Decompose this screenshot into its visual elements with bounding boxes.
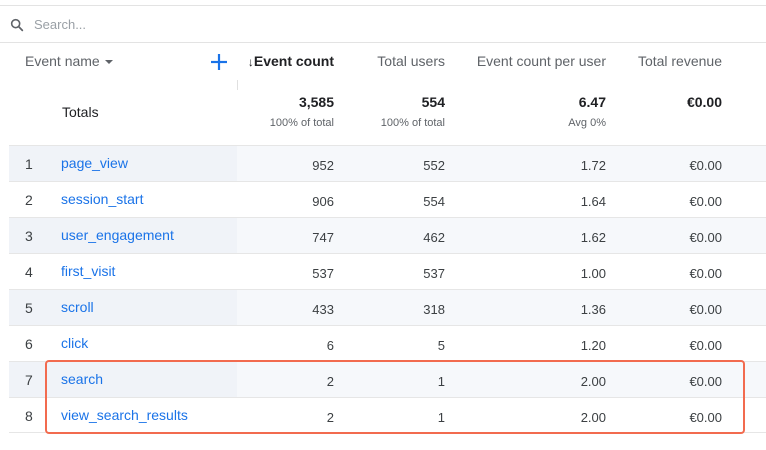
row-index: 2 bbox=[25, 192, 33, 208]
table-row: 7 search 2 1 2.00 €0.00 bbox=[9, 361, 766, 397]
row-event-count-per-user: 1.64 bbox=[580, 194, 606, 209]
table-row: 8 view_search_results 2 1 2.00 €0.00 bbox=[9, 397, 766, 433]
event-count-per-user-column-header[interactable]: Event count per user bbox=[455, 53, 606, 69]
row-total-revenue: €0.00 bbox=[689, 266, 722, 281]
search-bar bbox=[0, 5, 766, 43]
row-event-count: 6 bbox=[326, 338, 334, 353]
row-event-count-per-user: 2.00 bbox=[580, 374, 606, 389]
row-total-revenue: €0.00 bbox=[689, 338, 722, 353]
row-index: 6 bbox=[25, 336, 33, 352]
table-row: 4 first_visit 537 537 1.00 €0.00 bbox=[9, 253, 766, 289]
row-index: 3 bbox=[25, 228, 33, 244]
row-event-count: 537 bbox=[312, 266, 334, 281]
event-count-header-label: Event count bbox=[253, 53, 334, 69]
row-event-count: 433 bbox=[312, 302, 334, 317]
row-index: 5 bbox=[25, 300, 33, 316]
row-event-count: 952 bbox=[312, 158, 334, 173]
row-total-revenue: €0.00 bbox=[689, 374, 722, 389]
row-event-count: 2 bbox=[326, 374, 334, 389]
row-event-count: 906 bbox=[312, 194, 334, 209]
table-row: 6 click 6 5 1.20 €0.00 bbox=[9, 325, 766, 361]
row-total-revenue: €0.00 bbox=[689, 194, 722, 209]
row-total-revenue: €0.00 bbox=[689, 302, 722, 317]
row-event-count-per-user: 1.20 bbox=[580, 338, 606, 353]
totals-event-count-per-user: 6.47 bbox=[578, 94, 606, 110]
event-name-link[interactable]: click bbox=[61, 335, 88, 351]
totals-event-count-per-user-sub: Avg 0% bbox=[568, 117, 606, 129]
row-event-count-per-user: 1.62 bbox=[580, 230, 606, 245]
event-name-link[interactable]: scroll bbox=[61, 299, 94, 315]
search-input[interactable] bbox=[34, 14, 534, 34]
row-total-revenue: €0.00 bbox=[689, 410, 722, 425]
totals-event-count-sub: 100% of total bbox=[269, 117, 334, 129]
row-index: 7 bbox=[25, 372, 33, 388]
row-event-count: 2 bbox=[326, 410, 334, 425]
row-event-count-per-user: 2.00 bbox=[580, 410, 606, 425]
table-row: 1 page_view 952 552 1.72 €0.00 bbox=[9, 145, 766, 181]
totals-event-count: 3,585 bbox=[298, 94, 334, 110]
table-row: 3 user_engagement 747 462 1.62 €0.00 bbox=[9, 217, 766, 253]
search-icon bbox=[10, 18, 24, 32]
row-event-count: 747 bbox=[312, 230, 334, 245]
event-name-link[interactable]: page_view bbox=[61, 155, 128, 171]
row-index: 4 bbox=[25, 264, 33, 280]
dimension-column-header[interactable]: Event name bbox=[25, 53, 113, 69]
totals-total-users-sub: 100% of total bbox=[380, 117, 445, 129]
row-total-users: 318 bbox=[423, 302, 445, 317]
event-name-link[interactable]: first_visit bbox=[61, 263, 115, 279]
row-total-users: 1 bbox=[437, 410, 445, 425]
totals-total-revenue: €0.00 bbox=[686, 94, 722, 110]
totals-total-users: 554 bbox=[421, 94, 445, 110]
row-total-users: 5 bbox=[437, 338, 445, 353]
row-total-users: 537 bbox=[423, 266, 445, 281]
column-divider bbox=[237, 80, 238, 90]
dimension-header-label: Event name bbox=[25, 53, 100, 69]
caret-down-icon bbox=[104, 60, 113, 64]
event-name-link[interactable]: user_engagement bbox=[61, 227, 174, 243]
add-dimension-button[interactable] bbox=[207, 50, 231, 74]
event-name-link[interactable]: view_search_results bbox=[61, 407, 188, 423]
total-users-column-header[interactable]: Total users bbox=[345, 53, 445, 69]
row-index: 8 bbox=[25, 408, 33, 424]
row-event-count-per-user: 1.00 bbox=[580, 266, 606, 281]
row-index: 1 bbox=[25, 156, 33, 172]
table-row: 5 scroll 433 318 1.36 €0.00 bbox=[9, 289, 766, 325]
events-table: 1 page_view 952 552 1.72 €0.00 2 session… bbox=[9, 145, 766, 433]
row-total-users: 554 bbox=[423, 194, 445, 209]
row-event-count-per-user: 1.36 bbox=[580, 302, 606, 317]
row-total-users: 1 bbox=[437, 374, 445, 389]
total-revenue-column-header[interactable]: Total revenue bbox=[616, 53, 722, 69]
event-name-link[interactable]: search bbox=[61, 371, 103, 387]
row-total-revenue: €0.00 bbox=[689, 158, 722, 173]
row-event-count-per-user: 1.72 bbox=[580, 158, 606, 173]
row-total-users: 462 bbox=[423, 230, 445, 245]
event-name-link[interactable]: session_start bbox=[61, 191, 143, 207]
totals-label: Totals bbox=[62, 104, 99, 120]
row-total-revenue: €0.00 bbox=[689, 230, 722, 245]
event-count-column-header[interactable]: ↓Event count bbox=[240, 53, 334, 69]
row-total-users: 552 bbox=[423, 158, 445, 173]
table-row: 2 session_start 906 554 1.64 €0.00 bbox=[9, 181, 766, 217]
